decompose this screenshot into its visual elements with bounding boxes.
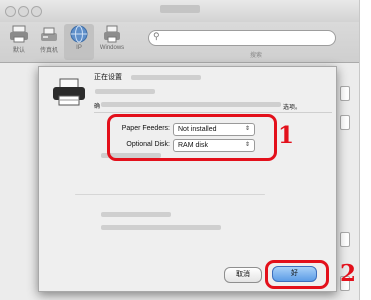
step2-number: 2 xyxy=(340,260,357,287)
toolbar: 默认 传真机 IP Windows ⚲ 搜索 xyxy=(0,22,359,63)
toolbar-item-label: IP xyxy=(76,45,82,51)
toolbar-item-windows[interactable]: Windows xyxy=(97,24,127,51)
toolbar-item-default[interactable]: 默认 xyxy=(4,24,34,54)
blurred-printer-name xyxy=(131,75,201,80)
background-field xyxy=(340,115,350,130)
background-field xyxy=(340,86,350,101)
printer-icon xyxy=(10,25,28,43)
blurred-text xyxy=(101,225,221,230)
search-field[interactable]: ⚲ xyxy=(148,30,336,46)
blurred-text xyxy=(101,212,171,217)
toolbar-item-label: 传真机 xyxy=(39,48,58,54)
close-window-button[interactable] xyxy=(5,6,16,17)
dialog-description-end: 选项。 xyxy=(283,105,302,111)
divider xyxy=(75,194,265,195)
toolbar-item-label: Windows xyxy=(99,45,125,51)
minimize-window-button[interactable] xyxy=(18,6,29,17)
background-field xyxy=(340,232,350,247)
dialog-title: 正在设置 xyxy=(94,74,122,81)
step1-highlight xyxy=(107,114,277,161)
toolbar-item-ip[interactable]: IP xyxy=(64,24,94,60)
zoom-window-button[interactable] xyxy=(31,6,42,17)
title-bar xyxy=(0,0,359,23)
blurred-description xyxy=(101,102,281,107)
dialog-description-start: 确 xyxy=(94,104,101,110)
window-title xyxy=(160,5,200,13)
step1-number: 1 xyxy=(278,122,295,149)
search-label: 搜索 xyxy=(250,53,263,59)
windows-printer-icon xyxy=(104,25,120,43)
cancel-button[interactable]: 取消 xyxy=(224,267,262,283)
search-icon: ⚲ xyxy=(153,31,160,41)
blurred-printer-address xyxy=(95,89,155,94)
printer-icon xyxy=(53,78,85,106)
fax-icon xyxy=(41,27,57,41)
printer-setup-sheet xyxy=(38,66,337,292)
step2-highlight xyxy=(265,260,329,289)
network-globe-icon xyxy=(70,25,88,43)
toolbar-item-label: 默认 xyxy=(12,48,25,54)
separator xyxy=(94,112,332,113)
toolbar-item-fax[interactable]: 传真机 xyxy=(34,24,64,54)
